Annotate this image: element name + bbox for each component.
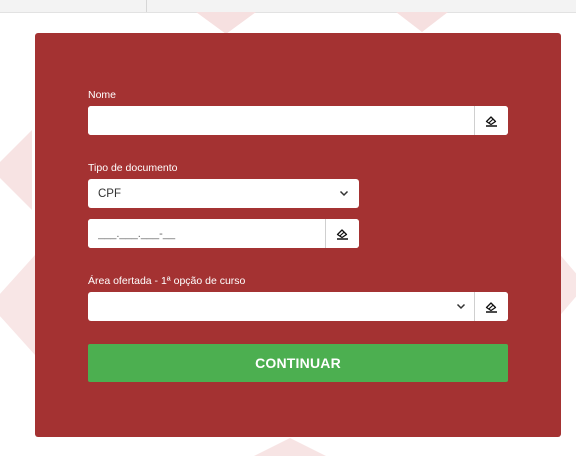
background-decoration bbox=[396, 12, 448, 32]
documento-input[interactable] bbox=[88, 219, 325, 248]
background-decoration bbox=[0, 255, 35, 355]
nome-input-group bbox=[88, 106, 508, 135]
nome-label: Nome bbox=[88, 89, 117, 101]
area-ofertada-label: Área ofertada - 1ª opção de curso bbox=[88, 275, 246, 287]
eraser-icon bbox=[485, 115, 497, 127]
top-strip bbox=[0, 0, 576, 13]
tipo-documento-selected-value: CPF bbox=[98, 187, 121, 200]
background-decoration bbox=[0, 130, 32, 210]
area-ofertada-clear-button[interactable] bbox=[474, 292, 508, 321]
continue-button[interactable]: CONTINUAR bbox=[88, 344, 508, 382]
area-ofertada-select[interactable] bbox=[88, 292, 474, 321]
area-ofertada-group bbox=[88, 292, 508, 321]
registration-form: Nome Tipo de documento CPF ___.___.___-_… bbox=[35, 33, 561, 437]
documento-input-group bbox=[88, 219, 359, 248]
chevron-down-icon bbox=[456, 303, 466, 310]
documento-clear-button[interactable] bbox=[325, 219, 359, 248]
nome-input[interactable] bbox=[88, 106, 474, 135]
tipo-documento-label: Tipo de documento bbox=[88, 162, 178, 174]
eraser-icon bbox=[336, 228, 348, 240]
tipo-documento-select[interactable]: CPF bbox=[88, 179, 359, 208]
top-strip-divider bbox=[146, 0, 147, 12]
background-decoration bbox=[196, 12, 256, 34]
nome-clear-button[interactable] bbox=[474, 106, 508, 135]
page: Nome Tipo de documento CPF ___.___.___-_… bbox=[0, 0, 576, 456]
eraser-icon bbox=[485, 301, 497, 313]
background-decoration bbox=[250, 438, 330, 456]
chevron-down-icon bbox=[339, 190, 349, 197]
